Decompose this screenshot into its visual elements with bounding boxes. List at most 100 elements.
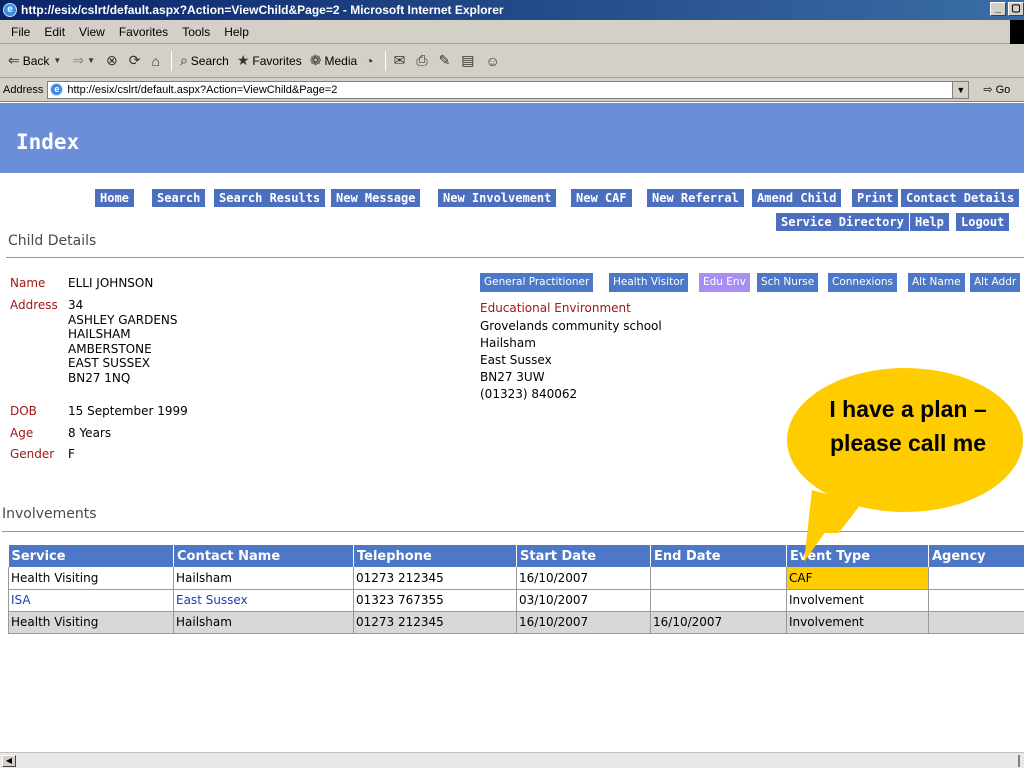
history-icon[interactable]: ◔: [361, 49, 377, 73]
address-label: Address: [3, 83, 44, 96]
column-header[interactable]: Telephone: [353, 545, 517, 567]
table-cell: Hailsham: [173, 611, 354, 634]
child-details-heading: Child Details: [8, 233, 97, 249]
gender-label: Gender: [10, 447, 55, 461]
table-cell: 16/10/2007: [650, 611, 787, 634]
callout-tail: [804, 490, 848, 562]
name-value: ELLI JOHNSON: [68, 276, 154, 290]
tab-edu-env[interactable]: Edu Env: [699, 273, 750, 292]
stop-icon[interactable]: ⊗: [102, 49, 122, 73]
menu-edit[interactable]: Edit: [37, 25, 72, 39]
search-label: Search: [190, 53, 229, 68]
address-value: 34 ASHLEY GARDENS HAILSHAM AMBERSTONE EA…: [68, 298, 178, 385]
contact-link[interactable]: East Sussex: [173, 589, 354, 612]
go-label: Go: [995, 83, 1011, 96]
tab-alt-addr[interactable]: Alt Addr: [970, 273, 1021, 292]
involvements-heading: Involvements: [2, 506, 97, 522]
scroll-thumb[interactable]: [1018, 755, 1020, 767]
page-title: Index: [16, 130, 80, 154]
nav-search-button[interactable]: Search: [152, 189, 206, 207]
table-cell: Involvement: [786, 611, 929, 634]
toolbar-separator: [384, 50, 386, 71]
tab-general-practitioner[interactable]: General Practitioner: [480, 273, 594, 292]
callout-text: I have a plan – please call me: [829, 396, 987, 456]
nav-print-button[interactable]: Print: [852, 189, 899, 207]
nav-amend-child-button[interactable]: Amend Child: [752, 189, 842, 207]
address-line: HAILSHAM: [68, 327, 131, 341]
nav-search-results-button[interactable]: Search Results: [214, 189, 326, 207]
edu-line: East Sussex: [480, 353, 552, 367]
nav-new-referral-button[interactable]: New Referral: [647, 189, 744, 207]
table-header-row: Service Contact Name Telephone Start Dat…: [8, 545, 1024, 567]
discuss-icon[interactable]: ▤: [457, 49, 478, 73]
menu-view[interactable]: View: [72, 25, 112, 39]
ie-logo-icon: e: [3, 3, 17, 17]
go-button[interactable]: ⇨ Go: [983, 83, 1011, 97]
scroll-left-icon[interactable]: ◀: [2, 755, 16, 767]
favorites-button[interactable]: ★ Favorites: [233, 49, 306, 73]
edu-line: BN27 3UW: [480, 370, 545, 384]
nav-new-caf-button[interactable]: New CAF: [571, 189, 632, 207]
involvements-table: Service Contact Name Telephone Start Dat…: [8, 545, 1024, 634]
table-row[interactable]: ISA East Sussex 01323 767355 03/10/2007 …: [8, 589, 1024, 612]
column-header[interactable]: Start Date: [516, 545, 651, 567]
table-cell: [650, 589, 787, 612]
maximize-button[interactable]: ▢: [1008, 2, 1024, 16]
menu-bar: File Edit View Favorites Tools Help: [0, 20, 1024, 44]
tab-alt-name[interactable]: Alt Name: [908, 273, 965, 292]
table-cell: 16/10/2007: [516, 611, 651, 634]
table-cell: Hailsham: [173, 567, 354, 590]
address-dropdown-icon[interactable]: ▼: [952, 81, 969, 98]
nav-contact-details-button[interactable]: Contact Details: [901, 189, 1020, 207]
edit-icon[interactable]: ✎: [435, 49, 455, 73]
print-icon[interactable]: ⎙: [412, 49, 431, 73]
nav-home-button[interactable]: Home: [95, 189, 134, 207]
back-button[interactable]: ⇐ Back ▼: [4, 49, 68, 73]
home-icon[interactable]: ⌂: [147, 49, 163, 73]
dob-value: 15 September 1999: [68, 404, 188, 418]
messenger-icon[interactable]: ☺: [482, 49, 504, 73]
menu-favorites[interactable]: Favorites: [112, 25, 175, 39]
column-header[interactable]: End Date: [650, 545, 787, 567]
address-line: EAST SUSSEX: [68, 356, 150, 370]
minimize-button[interactable]: _: [990, 2, 1006, 16]
page-icon: e: [50, 83, 64, 96]
column-header[interactable]: Service: [8, 545, 174, 567]
tab-health-visitor[interactable]: Health Visitor: [609, 273, 688, 292]
refresh-icon[interactable]: ⟳: [125, 49, 145, 73]
forward-button[interactable]: ⇒ ▼: [68, 49, 102, 73]
tab-sch-nurse[interactable]: Sch Nurse: [757, 273, 819, 292]
chevron-down-icon[interactable]: ▼: [53, 56, 61, 65]
mail-icon[interactable]: ✉: [390, 49, 410, 73]
menu-help[interactable]: Help: [217, 25, 256, 39]
address-line: ASHLEY GARDENS: [68, 312, 178, 327]
address-url[interactable]: http://esix/cslrt/default.aspx?Action=Vi…: [67, 84, 337, 96]
table-row[interactable]: Health Visiting Hailsham 01273 212345 16…: [8, 567, 1024, 590]
horizontal-scrollbar[interactable]: ◀: [0, 752, 1024, 768]
windows-logo-icon: [1010, 20, 1024, 44]
menu-file[interactable]: File: [4, 25, 37, 39]
service-link[interactable]: ISA: [8, 589, 174, 612]
forward-arrow-icon: ⇒: [72, 52, 85, 68]
menu-tools[interactable]: Tools: [175, 25, 217, 39]
media-button[interactable]: ❁ Media: [306, 49, 361, 73]
edu-line: Hailsham: [480, 336, 536, 350]
age-value: 8 Years: [68, 426, 112, 440]
table-row[interactable]: Health Visiting Hailsham 01273 212345 16…: [8, 611, 1024, 634]
table-cell: Involvement: [786, 589, 929, 612]
nav-help-button[interactable]: Help: [910, 213, 949, 231]
tab-connexions[interactable]: Connexions: [828, 273, 898, 292]
column-header[interactable]: Agency: [928, 545, 1024, 567]
media-icon: ❁: [309, 52, 322, 68]
search-button[interactable]: ⌕ Search: [176, 49, 233, 73]
column-header[interactable]: Contact Name: [173, 545, 354, 567]
table-cell: [928, 611, 1024, 634]
nav-new-involvement-button[interactable]: New Involvement: [438, 189, 557, 207]
chevron-down-icon[interactable]: ▼: [87, 56, 95, 65]
nav-service-directory-button[interactable]: Service Directory: [776, 213, 909, 231]
section-divider: [6, 257, 1024, 258]
nav-logout-button[interactable]: Logout: [956, 213, 1010, 231]
nav-new-message-button[interactable]: New Message: [331, 189, 421, 207]
toolbar-separator: [170, 50, 172, 71]
address-input[interactable]: e http://esix/cslrt/default.aspx?Action=…: [47, 80, 970, 99]
